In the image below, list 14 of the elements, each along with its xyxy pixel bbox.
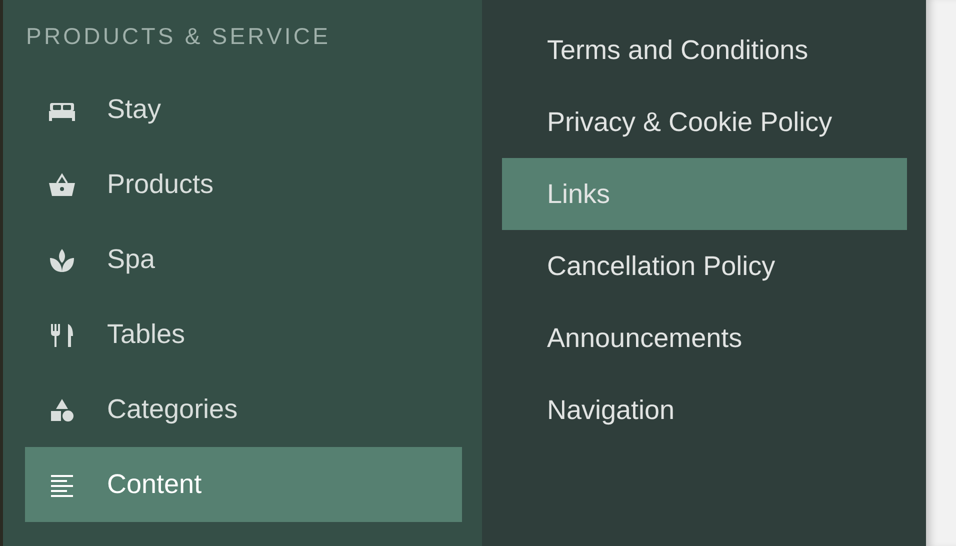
submenu-item[interactable]: Announcements — [502, 302, 907, 374]
submenu-item[interactable]: Privacy & Cookie Policy — [502, 86, 907, 158]
sidebar-item[interactable]: Content — [25, 447, 462, 522]
sidebar-item[interactable]: Stay — [25, 72, 462, 147]
basket-icon — [48, 170, 76, 198]
submenu-item[interactable]: Terms and Conditions — [502, 14, 907, 86]
sidebar-item[interactable]: Spa — [25, 222, 462, 297]
submenu-item[interactable]: Navigation — [502, 374, 907, 446]
submenu-item[interactable]: Links — [502, 158, 907, 230]
submenu-item[interactable]: Cancellation Policy — [502, 230, 907, 302]
sidebar-item[interactable]: Tables — [25, 297, 462, 372]
section-heading: PRODUCTS & SERVICE — [25, 22, 332, 51]
sidebar-item[interactable]: Categories — [25, 372, 462, 447]
sidebar-item[interactable]: Products — [25, 147, 462, 222]
